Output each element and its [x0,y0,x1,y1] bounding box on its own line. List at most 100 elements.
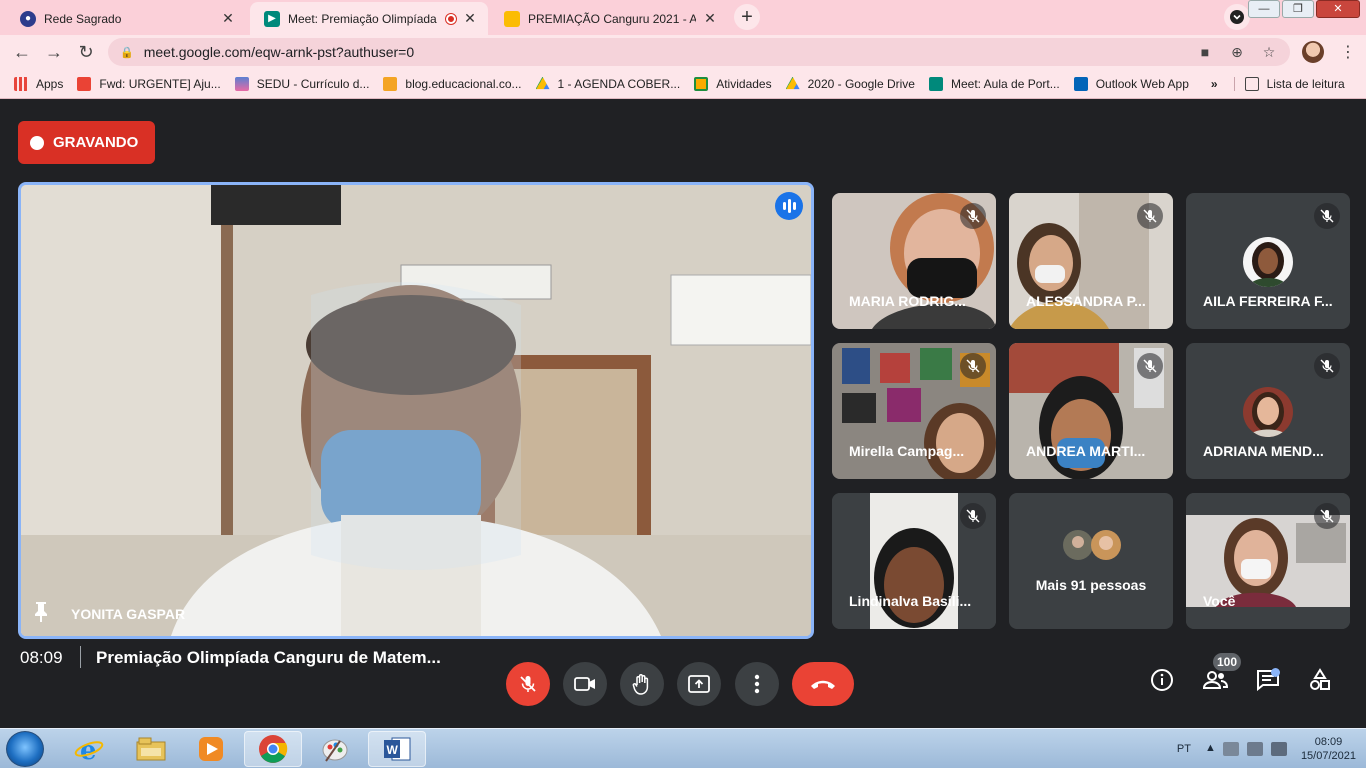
forward-button[interactable]: → [42,40,66,64]
participant-name: Lindinalva Basili... [849,593,972,609]
activities-button[interactable] [1305,665,1335,695]
bookmark-label: SEDU - Currículo d... [256,76,370,91]
minimize-button[interactable]: — [1248,0,1280,18]
chrome-icon [259,735,288,763]
mic-off-icon [1137,353,1163,379]
tab-search-button[interactable] [1224,4,1250,30]
back-button[interactable]: ← [10,40,34,64]
participant-name: Você [1203,593,1236,609]
mic-off-icon [520,676,536,692]
meeting-details-button[interactable] [1147,665,1177,695]
new-tab-button[interactable]: + [734,4,760,30]
participant-tile[interactable]: Lindinalva Basili... [832,493,996,629]
google-drive-icon [535,76,550,90]
apps-grid-icon [14,76,28,91]
taskbar-word[interactable]: W [368,731,426,767]
taskbar-media-player[interactable] [182,731,240,767]
paint-icon [322,739,348,762]
participant-thumbnails [1063,530,1121,560]
bookmark-sedu[interactable]: SEDU - Currículo d... [234,76,370,91]
camera-icon[interactable]: ■ [1194,38,1216,66]
present-screen-icon [688,675,710,693]
bookmarks-overflow-button[interactable]: » [1211,77,1218,91]
taskbar-clock[interactable]: 08:09 15/07/2021 [1301,735,1356,763]
google-meet-icon: ▶ [264,10,280,27]
taskbar-chrome[interactable] [244,731,302,767]
tab-meet[interactable]: ▶ Meet: Premiação Olimpíada C ✕ [250,2,488,35]
bookmark-drive-2020[interactable]: 2020 - Google Drive [785,76,915,91]
divider [80,646,81,668]
call-time: 08:09 [20,648,63,667]
raise-hand-button[interactable] [620,662,664,706]
more-people-label: Mais 91 pessoas [1035,577,1147,593]
participant-name: ALESSANDRA P... [1026,293,1146,309]
present-screen-button[interactable] [677,662,721,706]
participant-tile[interactable]: ADRIANA MEND... [1186,343,1350,479]
participant-tile[interactable]: Mirella Campag... [832,343,996,479]
taskbar-file-explorer[interactable] [122,731,180,767]
bookmark-blog[interactable]: blog.educacional.co... [383,76,522,91]
monitor-icon[interactable] [1246,742,1263,756]
google-drive-icon [785,76,800,90]
start-button[interactable] [6,731,44,767]
people-icon [1202,671,1228,689]
volume-icon[interactable] [1270,742,1287,756]
camera-toggle-button[interactable] [563,662,607,706]
taskbar-internet-explorer[interactable]: e [60,731,118,767]
system-tray: PT ▲ 08:09 15/07/2021 [1177,733,1356,765]
maximize-button[interactable]: ❐ [1282,0,1314,18]
reading-list-button[interactable]: Lista de leitura [1233,76,1345,91]
mic-off-icon [1137,203,1163,229]
close-icon[interactable]: ✕ [462,10,478,27]
info-icon [1151,669,1173,691]
zoom-icon[interactable]: ⊕ [1226,38,1248,66]
bookmark-apps[interactable]: Apps [14,76,63,91]
microphone-toggle-button[interactable] [506,662,550,706]
participant-tile[interactable]: MARIA RODRIG... [832,193,996,329]
more-participants-tile[interactable]: Mais 91 pessoas [1009,493,1173,629]
profile-avatar[interactable] [1302,41,1324,63]
close-icon[interactable]: ✕ [702,10,718,27]
tab-premiacao-slides[interactable]: PREMIAÇÃO Canguru 2021 - Apr ✕ [490,2,728,35]
mic-off-icon [1314,203,1340,229]
participant-tile[interactable]: ANDREA MARTI... [1009,343,1173,479]
close-icon[interactable]: ✕ [220,10,236,27]
bookmark-meet-aula[interactable]: Meet: Aula de Port... [928,76,1060,91]
tray-expand-icon[interactable]: ▲ [1205,742,1216,756]
recording-badge: GRAVANDO [18,121,155,164]
browser-menu-icon[interactable]: ⋮ [1340,42,1356,62]
rede-sagrado-icon: ● [20,10,36,27]
record-dot-icon [30,135,44,150]
address-bar[interactable]: 🔒 meet.google.com/eqw-arnk-pst?authuser=… [108,38,1290,66]
participant-tile[interactable]: ALESSANDRA P... [1009,193,1173,329]
language-indicator[interactable]: PT [1177,743,1191,755]
taskbar-time: 08:09 [1314,736,1343,748]
speaking-indicator-icon [775,192,803,220]
pin-icon[interactable] [33,602,49,622]
reload-button[interactable]: ↻ [74,40,98,64]
network-icon[interactable] [1222,742,1239,756]
participant-name: ADRIANA MEND... [1203,443,1324,459]
bookmark-label: Fwd: URGENTE] Aju... [99,76,221,91]
svg-text:W: W [387,743,399,757]
main-speaker-tile[interactable]: YONITA GASPAR [18,182,814,639]
mic-off-icon [960,203,986,229]
recording-label: GRAVANDO [53,134,139,151]
window-close-button[interactable]: ✕ [1316,0,1360,18]
self-view-tile[interactable]: Você [1186,493,1350,629]
bookmark-atividades[interactable]: Atividades [694,76,772,91]
file-explorer-icon [136,737,166,761]
internet-explorer-icon: e [74,736,104,763]
meet-call-area: GRAVANDO YONITA GASPAR MARIA RODRIG... A… [0,100,1366,728]
bookmark-agenda[interactable]: 1 - AGENDA COBER... [535,76,680,91]
taskbar-paint[interactable] [306,731,364,767]
participant-name: Mirella Campag... [849,443,965,459]
more-options-button[interactable] [735,662,779,706]
bookmark-star-icon[interactable]: ☆ [1258,38,1280,66]
bookmark-outlook[interactable]: Outlook Web App [1073,76,1189,91]
participant-tile[interactable]: AILA FERREIRA F... [1186,193,1350,329]
bookmark-gmail[interactable]: Fwd: URGENTE] Aju... [77,76,221,91]
leave-call-button[interactable] [792,662,854,706]
bookmark-label: blog.educacional.co... [405,76,522,91]
tab-rede-sagrado[interactable]: ● Rede Sagrado ✕ [6,2,246,35]
